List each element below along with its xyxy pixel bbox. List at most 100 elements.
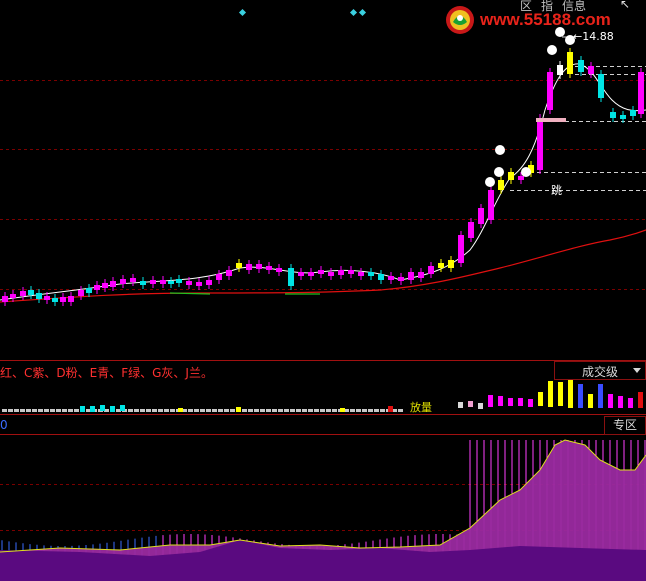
candle-body	[168, 281, 174, 284]
volume-bar	[74, 409, 79, 412]
volume-bar	[296, 409, 301, 412]
volume-bar	[146, 409, 151, 412]
candle-body	[68, 296, 74, 302]
candle-body	[328, 272, 334, 276]
volume-bar	[38, 409, 43, 412]
volume-bar	[468, 401, 473, 407]
candle-body	[226, 270, 232, 276]
color-legend-text: 红、C紫、D粉、E青、F绿、G灰、J兰。	[0, 366, 213, 380]
signal-dot	[485, 177, 495, 187]
volume-bar	[20, 409, 25, 412]
volume-bar	[100, 405, 105, 411]
candle-body	[408, 272, 414, 280]
volume-bar	[242, 409, 247, 412]
candle-body	[398, 277, 404, 281]
stock-chart-window: 区 指 信息 ↖ www.55188.com ←14.88 跳 红、C紫、D粉、…	[0, 0, 646, 581]
candle-body	[418, 272, 424, 278]
candle-body	[94, 285, 100, 290]
volume-bar	[68, 409, 73, 412]
candle-body	[578, 60, 584, 72]
candle-body	[438, 263, 444, 268]
volume-bar	[518, 398, 523, 406]
volume-bar	[588, 394, 593, 408]
volume-bar	[508, 398, 513, 406]
volume-bar	[224, 409, 229, 412]
candle-body	[160, 280, 166, 284]
volume-bar	[278, 409, 283, 412]
candle-body	[557, 65, 563, 75]
candle-body	[610, 112, 616, 118]
gap-jump-label: 跳	[551, 184, 562, 197]
candle-body	[120, 279, 126, 284]
volume-bar	[164, 409, 169, 412]
volume-bar	[362, 409, 367, 412]
candle-body	[378, 274, 384, 280]
volume-bar	[212, 409, 217, 412]
volume-bar	[158, 409, 163, 412]
chart-canvas	[0, 8, 646, 581]
volume-bar	[332, 409, 337, 412]
volume-bar	[120, 405, 125, 411]
volume-bar	[248, 409, 253, 412]
volume-bar	[134, 409, 139, 412]
volume-bar	[598, 384, 603, 408]
candle-body	[52, 298, 58, 302]
candle-body	[338, 270, 344, 275]
volume-bar	[140, 409, 145, 412]
candle-body	[130, 278, 136, 282]
volume-bar	[152, 409, 157, 412]
volume-bar	[178, 408, 183, 412]
volume-bar	[218, 409, 223, 412]
candle-body	[547, 72, 553, 110]
volume-bar	[284, 409, 289, 412]
candle-body	[216, 274, 222, 280]
candle-body	[368, 272, 374, 276]
candle-body	[206, 280, 212, 285]
candle-body	[176, 279, 182, 283]
candle-body	[458, 235, 464, 263]
candle-body	[186, 281, 192, 285]
candle-body	[140, 281, 146, 285]
volume-bar	[398, 409, 403, 412]
candle-body	[478, 208, 484, 224]
volume-bars	[2, 380, 643, 412]
volume-bar	[128, 409, 133, 412]
volume-bar	[194, 409, 199, 412]
volume-bar	[628, 398, 633, 408]
volume-bar	[538, 392, 543, 406]
candle-body	[298, 272, 304, 276]
candle-body	[508, 172, 514, 180]
candle-body	[86, 288, 92, 293]
chevron-down-icon	[633, 368, 641, 373]
volume-bar	[558, 382, 563, 406]
volume-bar	[110, 406, 115, 412]
candle-body	[20, 291, 26, 296]
volume-bar	[618, 396, 623, 408]
volume-bar	[290, 409, 295, 412]
candle-body	[256, 264, 262, 269]
volume-bar	[62, 409, 67, 412]
candle-body	[102, 283, 108, 288]
candle-body	[246, 264, 252, 270]
candle-body	[318, 270, 324, 274]
candle-body	[348, 270, 354, 274]
volume-bar	[2, 409, 7, 412]
volume-bar	[56, 409, 61, 412]
candle-body	[236, 263, 242, 268]
candle-body	[498, 180, 504, 190]
volume-bar	[90, 406, 95, 412]
volume-indicator-selector[interactable]: 成交级	[554, 361, 646, 380]
volume-selector-label: 成交级	[582, 365, 619, 379]
volume-bar	[44, 409, 49, 412]
volume-bar	[368, 409, 373, 412]
candle-body	[266, 266, 272, 270]
volume-bar	[548, 381, 553, 407]
volume-bar	[206, 409, 211, 412]
candle-body	[468, 222, 474, 238]
volume-bar	[32, 409, 37, 412]
zone-button[interactable]: 专区	[604, 416, 646, 435]
volume-bar	[170, 409, 175, 412]
volume-bar	[266, 409, 271, 412]
volume-bar	[50, 409, 55, 412]
indicator-value: 0	[0, 418, 8, 432]
